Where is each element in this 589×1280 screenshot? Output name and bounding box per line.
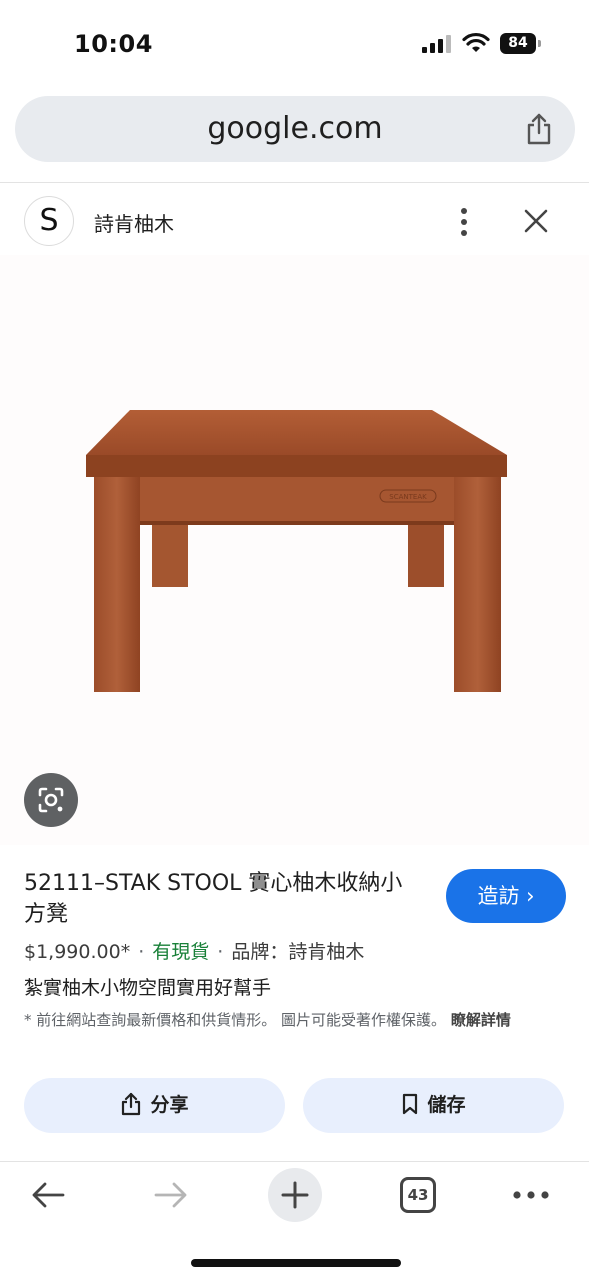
- status-bar: 10:04 84: [0, 0, 589, 90]
- stool-illustration: SCANTEAK: [86, 410, 507, 692]
- price-row: $1,990.00* · 有現貨 · 品牌：詩肯柚木: [24, 937, 364, 964]
- brand-stamp: SCANTEAK: [389, 493, 427, 501]
- url-text[interactable]: google.com: [15, 111, 575, 146]
- site-name: 詩肯柚木: [94, 212, 174, 236]
- site-avatar: S: [24, 196, 74, 246]
- visit-button[interactable]: 造訪 ›: [446, 869, 566, 923]
- home-indicator: [191, 1259, 401, 1267]
- save-label: 儲存: [427, 1094, 466, 1116]
- bottom-toolbar: 43: [0, 1162, 589, 1232]
- back-arrow-icon[interactable]: [30, 1180, 66, 1210]
- cellular-signal-icon: [422, 35, 451, 53]
- new-tab-button[interactable]: [268, 1168, 322, 1222]
- close-icon[interactable]: [522, 207, 550, 235]
- google-lens-icon: [38, 787, 64, 813]
- stock-status: 有現貨: [152, 941, 210, 963]
- more-vert-icon[interactable]: [455, 206, 473, 238]
- product-price: $1,990.00*: [24, 941, 131, 963]
- product-brand: 品牌：詩肯柚木: [231, 941, 365, 963]
- header-divider: [0, 182, 589, 183]
- product-description: 紮實柚木小物空間實用好幫手: [24, 977, 272, 999]
- lens-button[interactable]: [24, 773, 78, 827]
- separator: ·: [217, 941, 224, 963]
- plus-icon: [281, 1181, 309, 1209]
- disclaimer: * 前往網站查詢最新價格和供貨情形。 圖片可能受著作權保護。 瞭解詳情: [24, 1008, 564, 1032]
- tab-switcher-button[interactable]: 43: [400, 1177, 436, 1213]
- share-icon: [122, 1092, 141, 1115]
- product-image[interactable]: SCANTEAK: [0, 255, 589, 845]
- forward-arrow-icon[interactable]: [153, 1180, 189, 1210]
- wifi-icon: [462, 32, 490, 52]
- learn-more-link[interactable]: 瞭解詳情: [451, 1011, 511, 1029]
- save-button[interactable]: 儲存: [303, 1078, 564, 1133]
- battery-level: 84: [500, 33, 536, 54]
- share-label: 分享: [150, 1094, 189, 1116]
- url-bar[interactable]: google.com: [15, 96, 575, 162]
- product-title: 52111–STAK STOOL 實心柚木收納小方凳: [24, 871, 403, 927]
- disclaimer-text: * 前往網站查詢最新價格和供貨情形。 圖片可能受著作權保護。: [24, 1011, 447, 1029]
- share-button[interactable]: 分享: [24, 1078, 285, 1133]
- battery-icon: 84: [500, 33, 542, 55]
- share-icon[interactable]: [525, 113, 553, 145]
- status-time: 10:04: [74, 30, 153, 58]
- bookmark-icon: [403, 1093, 418, 1114]
- more-horiz-icon[interactable]: [512, 1190, 550, 1200]
- separator: ·: [138, 941, 145, 963]
